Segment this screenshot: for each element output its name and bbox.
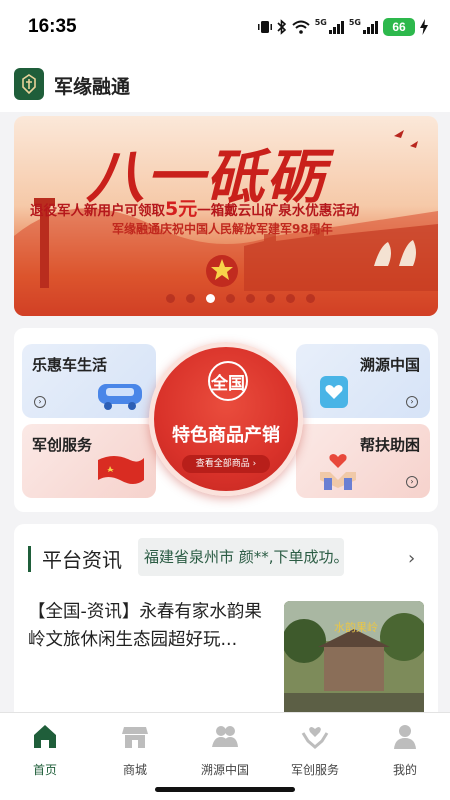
banner-subtitle-2: 军缘融通庆祝中国人民解放军建军98周年 — [112, 222, 333, 236]
users-icon — [212, 726, 238, 747]
tab-home[interactable]: 首页 — [10, 721, 80, 778]
tab-store-label: 商城 — [122, 763, 147, 777]
vibrate-icon — [257, 21, 272, 33]
banner-subtitle: 退役军人新用户可领取5元一箱戴云山矿泉水优惠活动 — [30, 194, 359, 221]
tab-army-services[interactable]: 军创服务 — [280, 721, 350, 778]
app-title: 军缘融通 — [54, 76, 131, 98]
flag-icon — [98, 456, 144, 490]
bluetooth-icon — [277, 19, 286, 35]
nationwide-badge: 全国 — [208, 361, 248, 401]
tab-profile-label: 我的 — [392, 763, 417, 777]
carousel-dots[interactable] — [166, 294, 315, 303]
banner-subtitle-part-3: 一箱戴云山矿泉水优惠活动 — [197, 203, 360, 219]
signal-icon-2 — [363, 20, 378, 34]
tab-origin-china[interactable]: 溯源中国 — [190, 721, 260, 778]
news-section-title: 平台资讯 — [42, 548, 122, 572]
tab-home-label: 首页 — [32, 763, 57, 777]
news-article-title[interactable]: 【全国-资讯】永春有家水韵果岭文旅休闲生态园超好玩... — [28, 598, 278, 654]
service-origin-china[interactable]: 溯源中国 › — [296, 344, 430, 418]
carousel-dot[interactable] — [226, 294, 235, 303]
tab-origin-china-label: 溯源中国 — [200, 763, 249, 777]
carousel-dot[interactable] — [266, 294, 275, 303]
emblem-icon — [22, 74, 36, 95]
view-all-products-button[interactable]: 查看全部商品 › — [182, 455, 270, 473]
home-indicator[interactable] — [155, 787, 295, 792]
car-icon — [98, 384, 142, 410]
svg-text:水韵果岭: 水韵果岭 — [334, 620, 378, 634]
news-article-image[interactable]: 水韵果岭 — [284, 601, 424, 721]
shield-heart-icon — [320, 376, 348, 408]
service-car-life[interactable]: 乐惠车生活 › — [22, 344, 156, 418]
chevron-right-icon[interactable]: › — [408, 548, 415, 569]
signal-icon — [328, 20, 344, 34]
tab-store[interactable]: 商城 — [100, 721, 170, 778]
app-header: 军缘融通 — [0, 56, 450, 112]
chevron-right-icon: › — [34, 396, 46, 408]
tab-profile[interactable]: 我的 — [370, 721, 440, 778]
chevron-right-icon: › — [406, 476, 418, 488]
service-help-support[interactable]: 帮扶助困 › — [296, 424, 430, 498]
banner-subtitle-amount: 5元 — [165, 198, 198, 220]
hands-heart-icon — [320, 454, 356, 490]
hands-heart-icon — [301, 727, 329, 749]
featured-products-circle[interactable]: 全国 特色商品产销 查看全部商品 › — [149, 342, 303, 496]
service-help-support-label: 帮扶助困 — [359, 436, 420, 454]
home-icon — [34, 725, 56, 748]
featured-products-title: 特色商品产销 — [172, 425, 280, 446]
carousel-dot[interactable] — [166, 294, 175, 303]
status-icons: 5G 5G 66 — [257, 18, 428, 36]
charging-icon — [420, 19, 428, 35]
promo-banner[interactable]: 八一砥砺 退役军人新用户可领取5元一箱戴云山矿泉水优惠活动 军缘融通庆祝中国人民… — [14, 116, 438, 316]
app-logo — [14, 68, 44, 100]
network-5g-label: 5G — [314, 18, 327, 27]
carousel-dot[interactable] — [186, 294, 195, 303]
carousel-dot[interactable] — [306, 294, 315, 303]
bottom-tab-bar: 首页 商城 溯源中国 军创服务 我的 — [0, 712, 450, 800]
person-icon — [394, 725, 416, 749]
store-icon — [122, 727, 148, 748]
service-origin-china-label: 溯源中国 — [359, 356, 420, 374]
wifi-icon — [292, 20, 310, 34]
carousel-dot[interactable] — [286, 294, 295, 303]
chevron-right-icon: › — [406, 396, 418, 408]
network-5g-label-2: 5G — [348, 18, 361, 27]
service-army-startup[interactable]: 军创服务 — [22, 424, 156, 498]
banner-subtitle-part-1: 退役军人新用户可领取 — [30, 203, 165, 219]
carousel-dot[interactable] — [206, 294, 215, 303]
carousel-dot[interactable] — [246, 294, 255, 303]
status-time: 16:35 — [28, 16, 77, 37]
article-photo: 水韵果岭 — [284, 601, 424, 721]
news-card: 平台资讯 福建省泉州市 颜**,下单成功。 › 【全国-资讯】永春有家水韵果岭文… — [14, 524, 438, 724]
services-grid: 乐惠车生活 › 溯源中国 › 军创服务 帮扶助困 › 全国 特色商品产销 查看全… — [14, 328, 438, 512]
section-accent-bar — [28, 546, 31, 572]
status-bar: 16:35 5G 5G 66 — [0, 0, 450, 56]
news-ticker[interactable]: 福建省泉州市 颜**,下单成功。 — [138, 538, 344, 576]
tab-army-services-label: 军创服务 — [290, 763, 339, 777]
battery-indicator: 66 — [383, 18, 415, 36]
service-army-startup-label: 军创服务 — [32, 436, 93, 454]
